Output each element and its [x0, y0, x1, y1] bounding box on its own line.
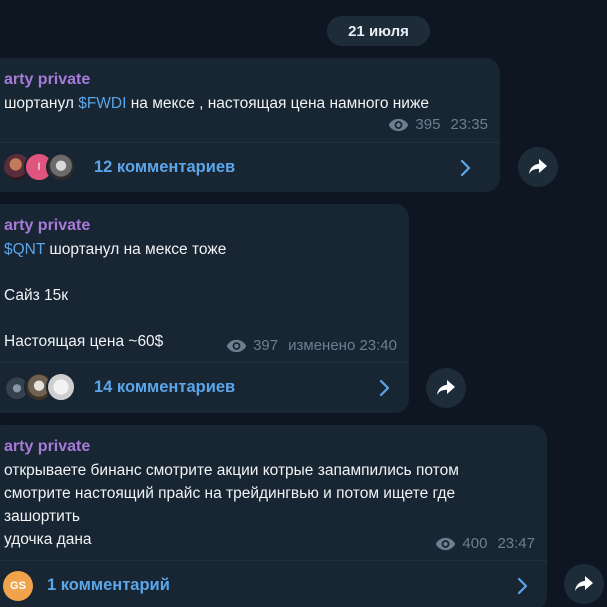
ticker-link[interactable]: $QNT	[4, 241, 45, 258]
post-author[interactable]: arty private	[4, 216, 397, 236]
chat-view: 21 июля arty private шортанул $FWDI на м…	[0, 0, 607, 607]
eye-icon	[389, 118, 409, 131]
post-text-part: шортанул на мексе тоже	[45, 241, 227, 258]
eye-icon	[436, 537, 456, 550]
post-time: 23:35	[450, 116, 488, 133]
post-text-line: зашортить	[4, 508, 80, 525]
channel-post: arty private $QNT шортанул на мексе тоже…	[0, 204, 409, 413]
share-arrow-icon	[529, 159, 547, 174]
post-text: $QNT шортанул на мексе тоже Сайз 15к Нас…	[4, 238, 397, 353]
post-text-line: смотрите настоящий прайс на трейдингвью …	[4, 485, 456, 502]
comments-bar[interactable]: 14 комментариев	[0, 362, 409, 412]
post-author[interactable]: arty private	[4, 70, 488, 90]
post-meta: 397 изменено 23:40	[226, 337, 397, 354]
post-text-line: открываете бинанс смотрите акции котрые …	[4, 462, 459, 479]
comments-count-label[interactable]: 14 комментариев	[94, 378, 235, 397]
view-count: 400	[462, 535, 488, 552]
comments-count-label[interactable]: 1 комментарий	[47, 576, 170, 595]
comments-bar[interactable]: I 12 комментариев	[0, 142, 500, 192]
post-meta: 395 23:35	[388, 116, 488, 133]
ticker-link[interactable]: $FWDI	[78, 95, 126, 112]
share-arrow-icon	[575, 576, 593, 591]
date-separator: 21 июля	[327, 16, 430, 46]
avatar	[46, 152, 76, 182]
comments-bar[interactable]: GS 1 комментарий	[0, 560, 547, 607]
avatar-initials: GS	[10, 580, 26, 592]
channel-post: arty private шортанул $FWDI на мексе , н…	[0, 58, 500, 192]
avatar: GS	[3, 571, 33, 601]
chevron-right-icon[interactable]	[379, 379, 391, 397]
comments-count-label[interactable]: 12 комментариев	[94, 158, 235, 177]
view-count: 397	[253, 337, 279, 354]
post-text-line: Сайз 15к	[4, 287, 69, 304]
date-label: 21 июля	[348, 22, 409, 40]
commenter-avatars: I	[2, 152, 76, 184]
share-button[interactable]	[518, 147, 558, 187]
chevron-right-icon[interactable]	[460, 159, 472, 177]
chevron-right-icon[interactable]	[517, 577, 529, 595]
share-button[interactable]	[426, 368, 466, 408]
view-count: 395	[415, 116, 441, 133]
post-meta: 400 23:47	[435, 535, 535, 552]
post-author[interactable]: arty private	[4, 437, 535, 457]
post-text-part: шортанул	[4, 95, 79, 112]
post-text: шортанул $FWDI на мексе , настоящая цена…	[4, 92, 488, 115]
avatar	[46, 372, 76, 402]
eye-icon	[226, 339, 247, 352]
share-arrow-icon	[437, 380, 455, 395]
share-button[interactable]	[564, 564, 604, 604]
channel-post: arty private открываете бинанс смотрите …	[0, 425, 547, 607]
post-time: 23:47	[497, 535, 535, 552]
post-text-part: на мексе , настоящая цена намного ниже	[126, 95, 429, 112]
post-time: изменено 23:40	[288, 337, 397, 354]
commenter-avatars	[2, 372, 76, 404]
